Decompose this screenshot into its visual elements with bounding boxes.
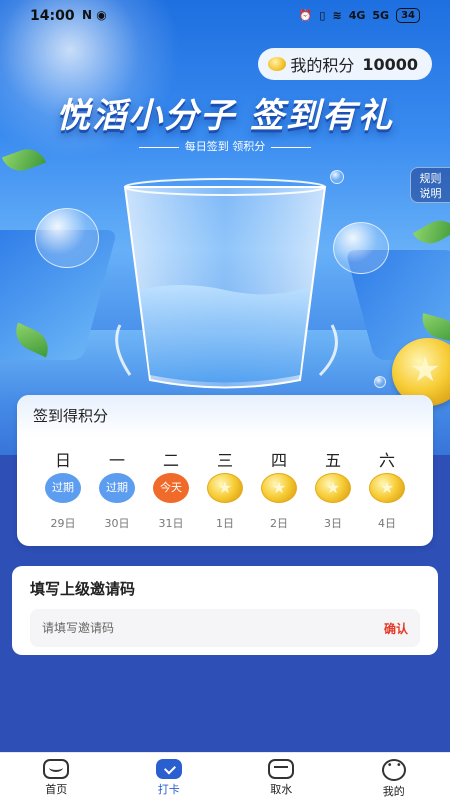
day-date: 30日: [104, 517, 130, 530]
checkin-icon: [155, 759, 182, 779]
weekday-label: 日: [54, 451, 71, 470]
hero-banner: ★ 14:00 N ◉ ⏰ ▯ ≋ 4G 5G 34 我的积分 10000 悦滔…: [0, 0, 450, 455]
home-icon: [43, 759, 70, 779]
day-date: 4日: [378, 517, 396, 530]
tab-water[interactable]: 取水: [225, 753, 338, 800]
coin-icon: ★: [369, 473, 405, 503]
subtitle-text: 每日签到 领积分: [184, 140, 266, 153]
day-date: 3日: [324, 517, 342, 530]
day-date: 31日: [158, 517, 184, 530]
weekday-label: 三: [216, 451, 233, 470]
invite-title: 填写上级邀请码: [30, 580, 136, 598]
day-date: 29日: [50, 517, 76, 530]
coin-icon: ★: [261, 473, 297, 503]
points-label: 我的积分: [290, 56, 355, 75]
page-title: 悦滔小分子 签到有礼: [56, 96, 394, 136]
coin-icon: [268, 57, 287, 71]
invite-code-input[interactable]: [42, 621, 322, 635]
bubble-icon: [374, 376, 386, 388]
coin-icon: ★: [315, 473, 351, 503]
water-dispenser-icon: [268, 759, 295, 779]
rules-label-line1: 规则: [419, 172, 442, 185]
signal-4g-icon: 4G: [348, 9, 366, 22]
water-glass-icon: [115, 178, 338, 389]
expired-badge: 过期: [99, 473, 135, 503]
coin-icon: ★: [207, 473, 243, 503]
divider: [138, 146, 179, 148]
rules-button[interactable]: 规则 说明: [410, 167, 450, 203]
weekday-label: 五: [324, 451, 341, 470]
signin-card: 签到得积分 日 过期 29日 一 过期 30日 二 今天 31日 三 ★ 1日 …: [17, 395, 433, 546]
divider: [271, 146, 312, 148]
signal-5g-icon: 5G: [372, 9, 390, 22]
signin-days: 日 过期 29日 一 过期 30日 二 今天 31日 三 ★ 1日 四 ★ 2日…: [17, 447, 433, 531]
today-badge[interactable]: 今天: [153, 473, 189, 503]
tab-label: 取水: [270, 783, 293, 796]
weekday-label: 二: [162, 451, 179, 470]
bubble-icon: [35, 208, 99, 268]
confirm-button[interactable]: 确认: [384, 620, 408, 637]
status-right-icons: ⏰ ▯ ≋ 4G 5G 34: [299, 8, 420, 23]
status-time: 14:00: [30, 8, 75, 24]
tab-checkin[interactable]: 打卡: [113, 753, 226, 800]
points-value: 10000: [362, 54, 418, 74]
bottom-tab-bar: 首页 打卡 取水 我的: [0, 752, 450, 800]
vibrate-icon: ▯: [319, 9, 326, 22]
signin-title: 签到得积分: [17, 395, 433, 437]
bubble-icon: [333, 222, 389, 274]
battery-icon: 34: [396, 8, 420, 23]
day-item[interactable]: 六 ★ 4日: [360, 447, 414, 531]
status-bar: 14:00 N ◉ ⏰ ▯ ≋ 4G 5G 34: [0, 0, 450, 34]
tab-label: 首页: [45, 783, 68, 796]
day-item[interactable]: 日 过期 29日: [36, 447, 90, 531]
day-item[interactable]: 四 ★ 2日: [252, 447, 306, 531]
day-item[interactable]: 二 今天 31日: [144, 447, 198, 531]
day-item[interactable]: 三 ★ 1日: [198, 447, 252, 531]
alarm-icon: ⏰: [298, 9, 313, 22]
points-chip[interactable]: 我的积分 10000: [258, 48, 432, 80]
expired-badge: 过期: [45, 473, 81, 503]
status-notification-icons: N ◉: [82, 8, 107, 22]
profile-icon: [381, 759, 406, 781]
leaf-icon: [412, 213, 450, 251]
day-date: 1日: [216, 517, 234, 530]
wifi-icon: ≋: [332, 9, 342, 22]
weekday-label: 一: [108, 451, 125, 470]
tab-label: 我的: [382, 785, 405, 798]
weekday-label: 六: [378, 451, 395, 470]
day-date: 2日: [270, 517, 288, 530]
tab-home[interactable]: 首页: [0, 753, 113, 800]
rules-label-line2: 说明: [419, 187, 442, 200]
tab-profile[interactable]: 我的: [338, 753, 450, 800]
day-item[interactable]: 一 过期 30日: [90, 447, 144, 531]
invite-card: 填写上级邀请码 确认: [12, 566, 438, 655]
invite-field-wrapper: 确认: [30, 609, 420, 647]
tab-label: 打卡: [157, 783, 180, 796]
weekday-label: 四: [270, 451, 287, 470]
day-item[interactable]: 五 ★ 3日: [306, 447, 360, 531]
page-subtitle: 每日签到 领积分: [0, 138, 450, 154]
